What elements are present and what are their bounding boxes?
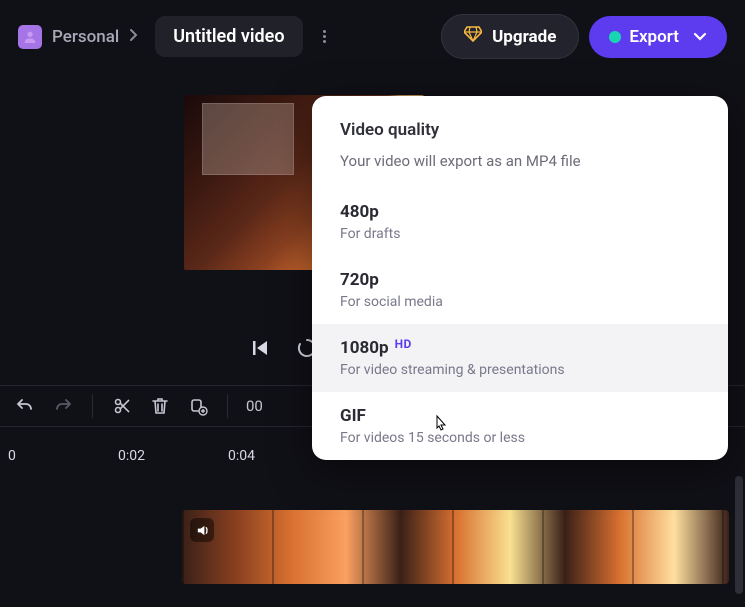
- timeline-track[interactable]: [182, 510, 729, 584]
- upgrade-label: Upgrade: [492, 27, 556, 47]
- workspace-name[interactable]: Personal: [52, 27, 119, 47]
- duplicate-button[interactable]: [187, 395, 209, 417]
- scissors-button[interactable]: [111, 395, 133, 417]
- chevron-right-icon: [129, 27, 139, 46]
- diamond-icon: [464, 26, 482, 47]
- playback-controls: [250, 337, 318, 363]
- ruler-tick: 0: [8, 448, 16, 464]
- skip-back-button[interactable]: [250, 338, 270, 362]
- project-title[interactable]: Untitled video: [155, 16, 302, 57]
- app-header: Personal Untitled video Upgrade Export: [0, 0, 745, 55]
- hd-badge: HD: [395, 337, 412, 351]
- toolbar-divider: [92, 394, 93, 418]
- popover-title: Video quality: [340, 120, 700, 140]
- more-menu-button[interactable]: [313, 30, 336, 43]
- quality-option-480p[interactable]: 480p For drafts: [312, 188, 728, 256]
- quality-option-720p[interactable]: 720p For social media: [312, 256, 728, 324]
- trash-button[interactable]: [149, 395, 171, 417]
- audio-toggle-button[interactable]: [190, 518, 214, 542]
- export-quality-popover: Video quality Your video will export as …: [312, 96, 728, 460]
- pointer-cursor-icon: [430, 414, 450, 442]
- ruler-tick: 0:02: [118, 448, 145, 464]
- timeline-scrollbar[interactable]: [735, 476, 743, 594]
- toolbar-divider: [227, 394, 228, 418]
- status-dot-icon: [609, 31, 621, 43]
- avatar[interactable]: [18, 25, 42, 49]
- video-clip[interactable]: [182, 510, 729, 584]
- user-icon: [22, 29, 38, 45]
- redo-button[interactable]: [52, 395, 74, 417]
- ruler-tick: 0:04: [228, 448, 255, 464]
- popover-subtitle: Your video will export as an MP4 file: [340, 152, 700, 170]
- quality-option-gif[interactable]: GIF For videos 15 seconds or less: [312, 392, 728, 460]
- chevron-down-icon: [693, 27, 707, 47]
- undo-button[interactable]: [14, 395, 36, 417]
- export-label: Export: [629, 27, 679, 47]
- quality-option-1080p[interactable]: 1080p HD For video streaming & presentat…: [312, 324, 728, 392]
- timecode-display: 00: [246, 397, 263, 415]
- export-button[interactable]: Export: [589, 16, 727, 58]
- upgrade-button[interactable]: Upgrade: [441, 14, 579, 59]
